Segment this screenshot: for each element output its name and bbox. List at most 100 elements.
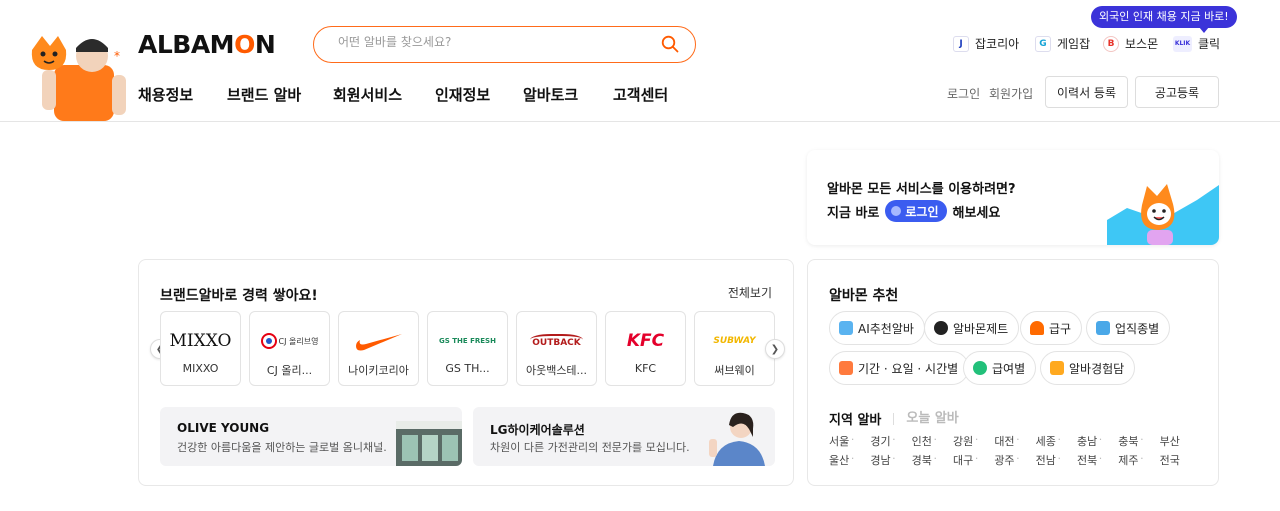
briefcase-icon [1096, 321, 1110, 335]
chip-label: 알바몬제트 [953, 321, 1009, 336]
login-prompt-card[interactable]: 알바몬 모든 서비스를 이용하려면? 지금 바로 로그인 해보세요 [807, 150, 1219, 245]
login-pill-button[interactable]: 로그인 [885, 200, 947, 222]
brand-name: 써브웨이 [714, 364, 755, 377]
brand-view-all-link[interactable]: 전체보기 [728, 284, 772, 301]
family-site-gamejob[interactable]: G 게임잡 [1035, 35, 1090, 52]
chip-albamon-jet[interactable]: 알바몬제트 [924, 311, 1020, 345]
chat-icon [1050, 361, 1064, 375]
brand-name: KFC [634, 362, 657, 375]
region-link[interactable]: 강원 [953, 433, 994, 452]
chip-label: 업직종별 [1115, 321, 1160, 336]
resume-register-button[interactable]: 이력서 등록 [1045, 76, 1128, 108]
brand-item-cj-oliveyoung[interactable]: CJ 올리브영 CJ 올리... [249, 311, 330, 386]
bossmon-icon: B [1103, 35, 1119, 52]
brand-item-mixxo[interactable]: MIXXO MIXXO [160, 311, 241, 386]
outback-logo: OUTBACK [517, 326, 596, 356]
region-link[interactable]: 광주 [994, 452, 1035, 471]
chip-urgent[interactable]: 급구 [1020, 311, 1083, 345]
check-icon [891, 206, 902, 216]
banner-lg-hicare[interactable]: LG하이케어솔루션 차원이 다른 가전관리의 전문가를 모십니다. [473, 407, 775, 466]
login-pill-label: 로그인 [905, 204, 939, 219]
chevron-right-icon[interactable]: ❯ [765, 339, 785, 359]
region-link[interactable]: 부산 [1160, 433, 1201, 452]
job-post-button[interactable]: 공고등록 [1135, 76, 1219, 108]
albamon-recommend-section: 알바몬 추천 AI추천알바 알바몬제트 급구 업직종별 기간 · 요일 · 시간… [807, 259, 1219, 486]
site-header: * ALBAMON 외국인 인재 채용 지금 바로! J 잡코리아 G 게임잡 … [0, 0, 1280, 122]
region-link[interactable]: 울산 [829, 452, 870, 471]
chip-ai-recommend[interactable]: AI추천알바 [829, 311, 925, 345]
klik-icon: KLIK [1173, 35, 1192, 52]
region-link[interactable]: 경북 [912, 452, 953, 471]
family-site-bossmon[interactable]: B 보스몬 [1103, 35, 1158, 52]
region-link[interactable]: 전북 [1077, 452, 1118, 471]
region-row: 서울 경기 인천 강원 대전 세종 충남 충북 부산 [829, 433, 1201, 452]
nav-brand-alba[interactable]: 브랜드 알바 [227, 84, 301, 105]
search-input[interactable] [338, 35, 658, 49]
brand-name: CJ 올리... [266, 364, 313, 377]
gs-the-fresh-logo: GS THE FRESH [439, 337, 496, 345]
region-link[interactable]: 대전 [994, 433, 1035, 452]
brand-name: 나이키코리아 [348, 364, 409, 377]
region-link[interactable]: 경남 [870, 452, 911, 471]
foreign-talent-promo-badge[interactable]: 외국인 인재 채용 지금 바로! [1091, 6, 1237, 33]
brand-alba-section: 브랜드알바로 경력 쌓아요! 전체보기 ❮ MIXXO MIXXO CJ 올리브… [138, 259, 794, 486]
family-site-label: 클릭 [1198, 37, 1221, 51]
chip-by-period-day-time[interactable]: 기간 · 요일 · 시간별 [829, 351, 970, 385]
nav-member-service[interactable]: 회원서비스 [333, 84, 402, 105]
region-link[interactable]: 서울 [829, 433, 870, 452]
region-link[interactable]: 세종 [1036, 433, 1077, 452]
chip-label: 알바경험담 [1069, 361, 1125, 376]
ai-monitor-icon [839, 321, 853, 335]
brand-name: MIXXO [182, 362, 219, 375]
login-link[interactable]: 로그인 [947, 85, 980, 102]
brand-name: 아웃백스테... [525, 364, 588, 377]
nav-talent-info[interactable]: 인재정보 [435, 84, 490, 105]
subway-logo: SUBWAY [713, 336, 756, 346]
brand-item-outback[interactable]: OUTBACK 아웃백스테... [516, 311, 597, 386]
tab-today-alba[interactable]: 오늘 알바 [893, 412, 959, 425]
olive-young-store-image [396, 421, 462, 466]
chip-by-salary[interactable]: 급여별 [963, 351, 1037, 385]
region-link[interactable]: 전남 [1036, 452, 1077, 471]
brand-item-kfc[interactable]: KFC KFC [605, 311, 686, 386]
nav-job-info[interactable]: 채용정보 [138, 84, 193, 105]
region-link[interactable]: 제주 [1118, 452, 1159, 471]
login-prompt-line2: 지금 바로 로그인 해보세요 [827, 200, 1000, 222]
banner-title: OLIVE YOUNG [177, 421, 270, 435]
chip-label: 급여별 [992, 361, 1026, 376]
banner-subtitle: 차원이 다른 가전관리의 전문가를 모십니다. [490, 441, 690, 454]
siren-icon [1030, 321, 1044, 335]
region-link[interactable]: 충북 [1118, 433, 1159, 452]
family-site-klik[interactable]: KLIK 클릭 [1173, 35, 1220, 52]
cj-oliveyoung-logo: CJ 올리브영 [250, 326, 329, 356]
brand-item-nike[interactable]: 나이키코리아 [338, 311, 419, 386]
region-link[interactable]: 인천 [912, 433, 953, 452]
gamejob-icon: G [1035, 35, 1051, 52]
banner-title: LG하이케어솔루션 [490, 423, 585, 437]
search-icon[interactable] [661, 35, 679, 53]
brand-item-gs-the-fresh[interactable]: GS THE FRESH GS TH... [427, 311, 508, 386]
brand-section-title: 브랜드알바로 경력 쌓아요! [160, 288, 318, 304]
chip-alba-experience[interactable]: 알바경험담 [1040, 351, 1136, 385]
lg-staff-image [709, 412, 765, 466]
region-link[interactable]: 충남 [1077, 433, 1118, 452]
region-link[interactable]: 경기 [870, 433, 911, 452]
brand-name: GS TH... [445, 362, 490, 375]
region-link[interactable]: 전국 [1160, 452, 1201, 471]
chip-by-industry[interactable]: 업직종별 [1086, 311, 1171, 345]
nav-customer-center[interactable]: 고객센터 [613, 84, 668, 105]
nav-alba-talk[interactable]: 알바토크 [523, 84, 578, 105]
login-prompt-before: 지금 바로 [827, 205, 880, 221]
signup-link[interactable]: 회원가입 [989, 85, 1033, 102]
banner-olive-young[interactable]: OLIVE YOUNG 건강한 아름다움을 제안하는 글로벌 옴니채널. [160, 407, 462, 466]
search-bar [313, 26, 696, 63]
region-list: 서울 경기 인천 강원 대전 세종 충남 충북 부산 울산 경남 경북 대구 광… [829, 433, 1201, 471]
albamon-logo[interactable]: ALBAMON [138, 30, 276, 59]
nike-swoosh-icon [339, 326, 418, 356]
coin-icon [973, 361, 987, 375]
family-site-jobkorea[interactable]: J 잡코리아 [953, 35, 1019, 52]
tab-region-alba[interactable]: 지역 알바 [829, 409, 881, 428]
region-tabs: 지역 알바 오늘 알바 [829, 409, 959, 429]
brand-item-subway[interactable]: SUBWAY 써브웨이 [694, 311, 775, 386]
region-link[interactable]: 대구 [953, 452, 994, 471]
